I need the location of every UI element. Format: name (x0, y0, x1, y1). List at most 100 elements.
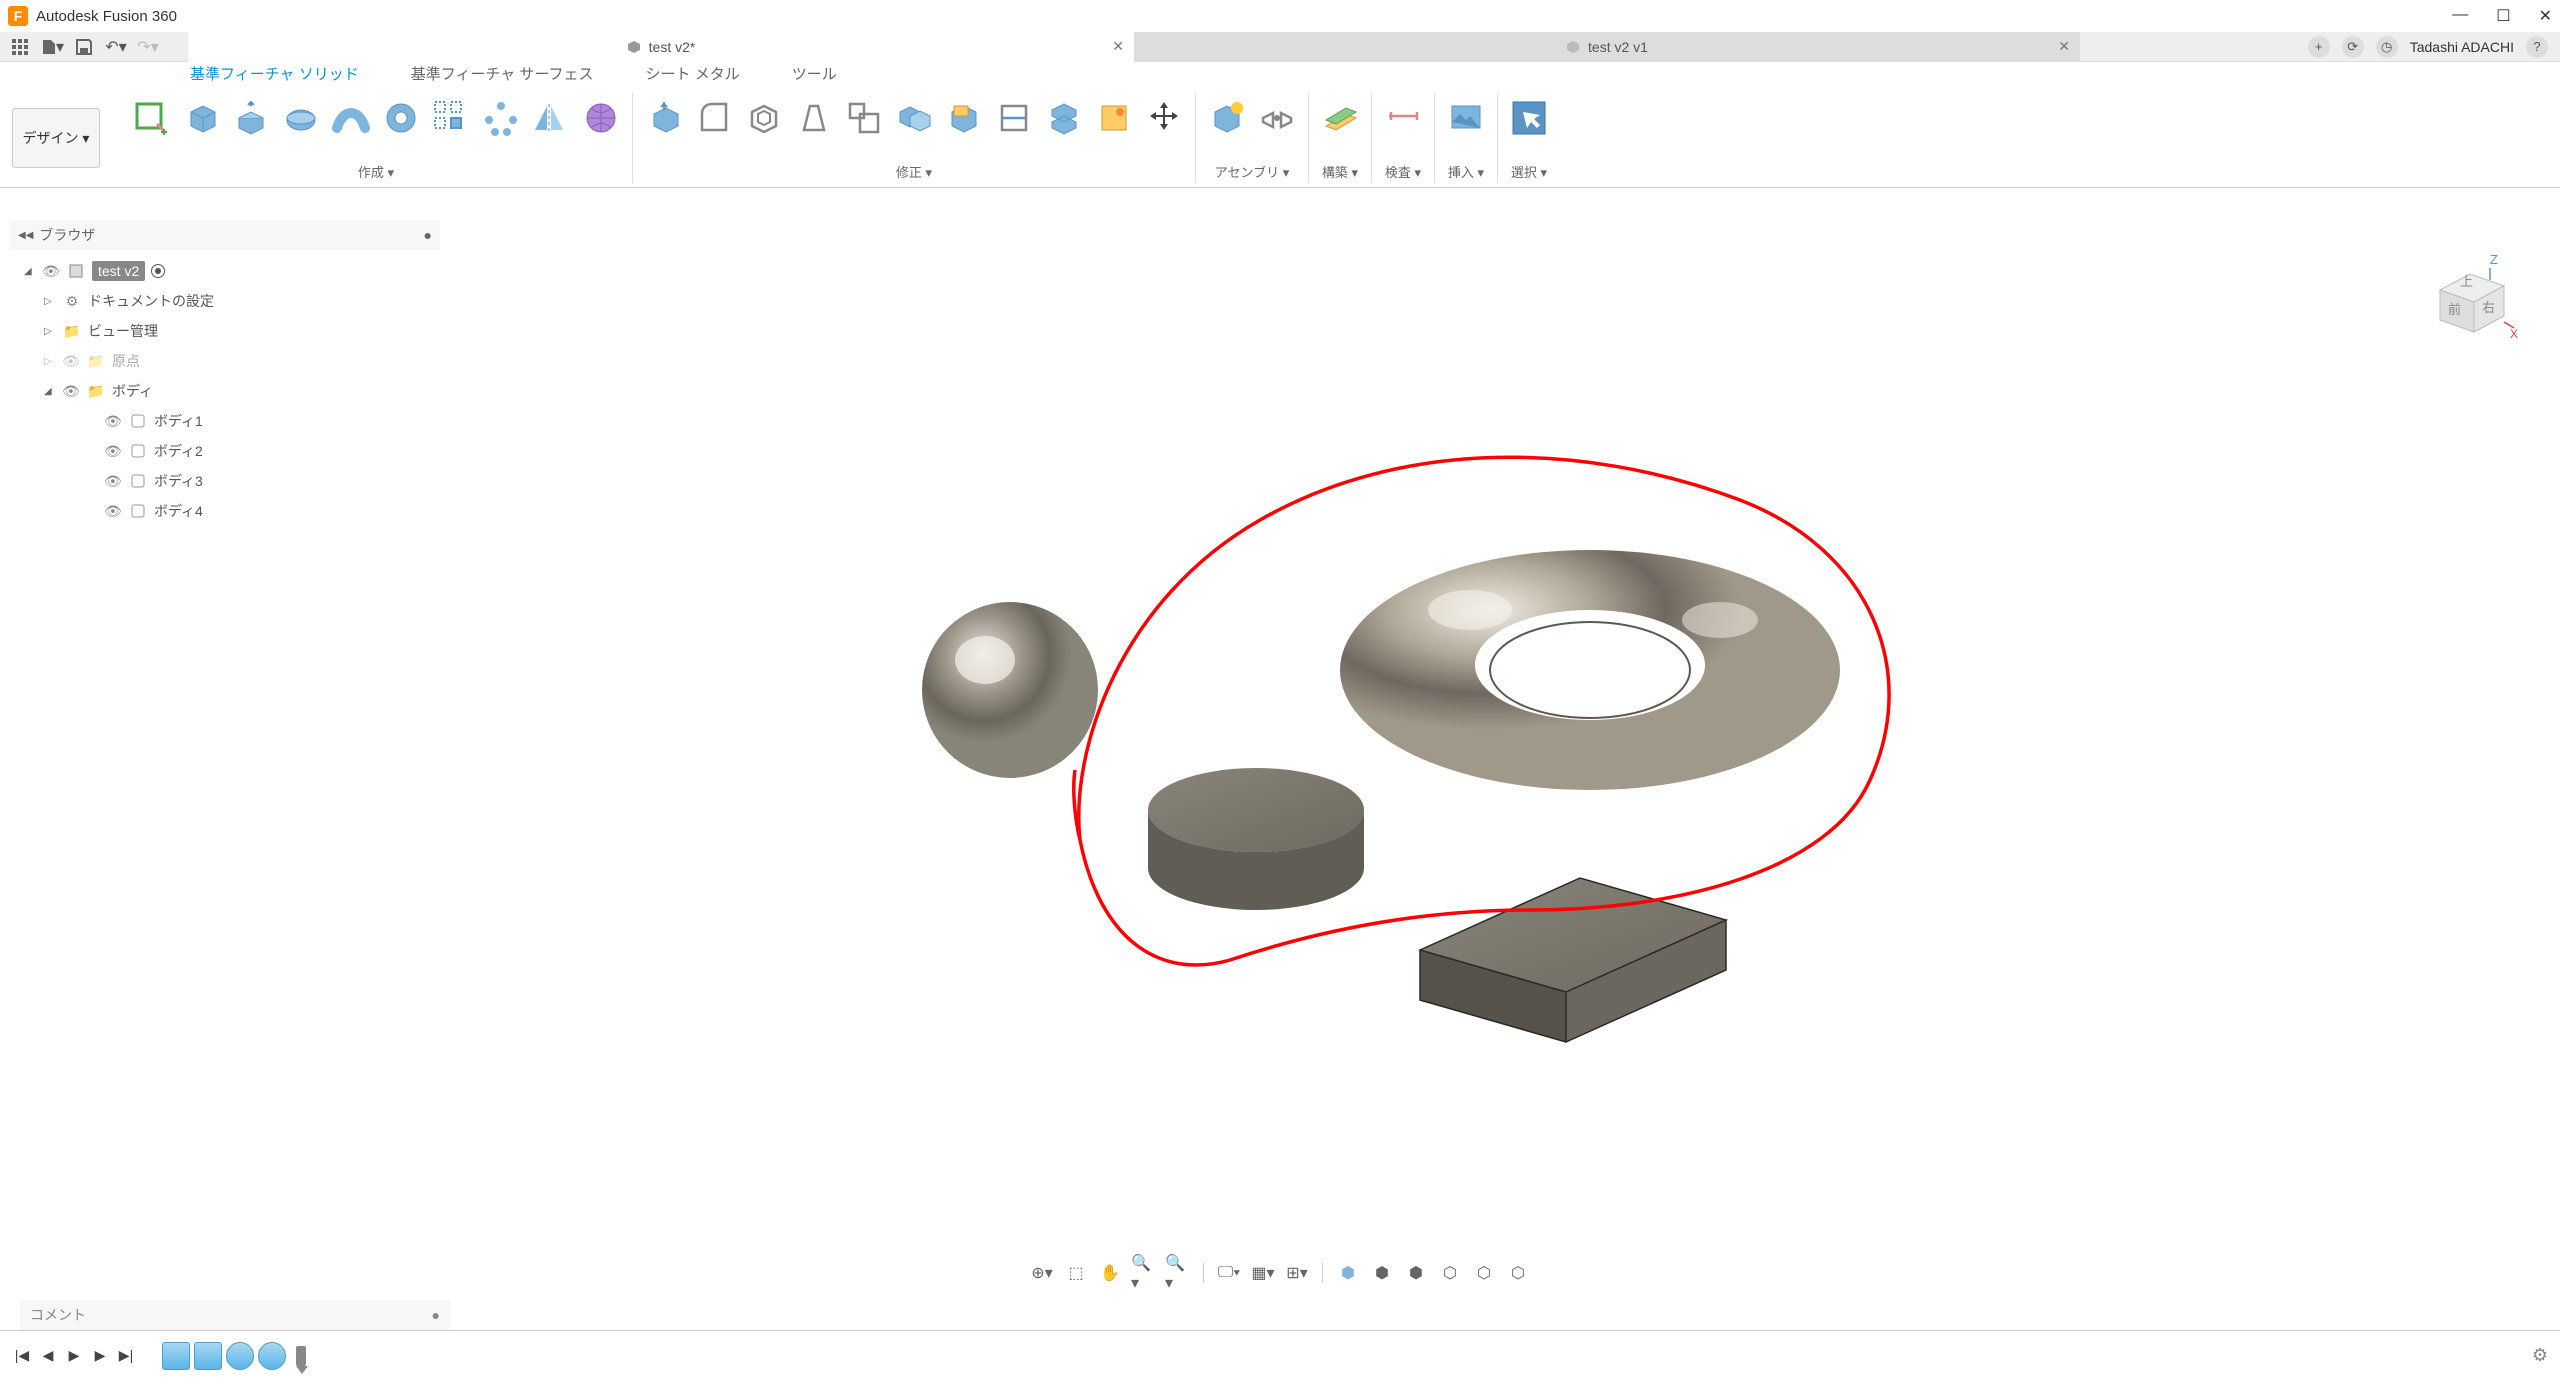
data-panel-button[interactable] (8, 35, 32, 59)
mirror-button[interactable] (530, 97, 572, 139)
scale-button[interactable] (843, 97, 885, 139)
select-button[interactable] (1508, 97, 1550, 139)
ribbon: デザイン ▾ 作成 ▾ 修正 (0, 88, 2560, 188)
quick-access-bar: ▾ ↶▾ ↷▾ test v2* ✕ test v2 v1 ✕ + ⟳ ◷ Ta… (0, 32, 2560, 62)
create-form-button[interactable] (580, 97, 622, 139)
visual-style-5[interactable]: ⬡ (1471, 1260, 1497, 1286)
panel-assemble-label[interactable]: アセンブリ ▾ (1215, 162, 1290, 183)
plane-button[interactable] (1319, 97, 1361, 139)
panel-create-label[interactable]: 作成 ▾ (358, 162, 394, 183)
titlebar-right-buttons: + ⟳ ◷ Tadashi ADACHI ? (2296, 36, 2560, 58)
new-component-button[interactable] (1206, 97, 1248, 139)
panel-create: 作成 ▾ (120, 93, 633, 183)
panel-insert-label[interactable]: 挿入 ▾ (1448, 162, 1484, 183)
timeline: |◀ ◀ ▶ ▶ ▶| ⚙ (0, 1330, 2560, 1380)
extensions-button[interactable]: ◷ (2376, 36, 2398, 58)
tab-surface[interactable]: 基準フィーチャ サーフェス (401, 63, 604, 88)
extrude-button[interactable] (230, 97, 272, 139)
panel-select-label[interactable]: 選択 ▾ (1511, 162, 1547, 183)
help-button[interactable]: ? (2526, 36, 2548, 58)
comments-panel[interactable]: コメント ● (20, 1300, 450, 1330)
circular-pattern-button[interactable] (480, 97, 522, 139)
timeline-play-button[interactable]: ▶ (64, 1346, 84, 1366)
maximize-button[interactable]: ☐ (2496, 6, 2510, 26)
svg-text:前: 前 (2448, 302, 2461, 317)
cylinder-body[interactable] (1148, 768, 1364, 910)
undo-button[interactable]: ↶▾ (104, 35, 128, 59)
close-tab-icon[interactable]: ✕ (2058, 38, 2070, 55)
joint-button[interactable] (1256, 97, 1298, 139)
rectangular-pattern-button[interactable] (430, 97, 472, 139)
shell-button[interactable] (743, 97, 785, 139)
display-settings-button[interactable]: 🖵▾ (1216, 1260, 1242, 1286)
pan-button[interactable]: ✋ (1097, 1260, 1123, 1286)
move-button[interactable] (1143, 97, 1185, 139)
panel-inspect-label[interactable]: 検査 ▾ (1385, 162, 1421, 183)
app-icon: F (8, 6, 28, 26)
timeline-marker[interactable] (296, 1346, 306, 1366)
visual-style-1[interactable]: ⬢ (1335, 1260, 1361, 1286)
visual-style-4[interactable]: ⬡ (1437, 1260, 1463, 1286)
sphere-body[interactable] (922, 602, 1098, 778)
appearance-button[interactable] (1093, 97, 1135, 139)
combine-button[interactable] (893, 97, 935, 139)
timeline-forward-button[interactable]: ▶ (90, 1346, 110, 1366)
torus-body[interactable] (1340, 550, 1840, 790)
timeline-start-button[interactable]: |◀ (12, 1346, 32, 1366)
viewport-settings-button[interactable]: ⊞▾ (1284, 1260, 1310, 1286)
orbit-button[interactable]: ⊕▾ (1029, 1260, 1055, 1286)
box-button[interactable] (180, 97, 222, 139)
box-body[interactable] (1420, 878, 1726, 1042)
grid-settings-button[interactable]: ▦▾ (1250, 1260, 1276, 1286)
visual-style-2[interactable]: ⬢ (1369, 1260, 1395, 1286)
timeline-settings-button[interactable]: ⚙ (2532, 1345, 2548, 1366)
tab-tools[interactable]: ツール (782, 63, 847, 88)
pin-icon[interactable]: ● (432, 1307, 440, 1323)
fit-button[interactable]: 🔍▾ (1165, 1260, 1191, 1286)
draft-button[interactable] (793, 97, 835, 139)
insert-button[interactable] (1445, 97, 1487, 139)
user-name[interactable]: Tadashi ADACHI (2410, 39, 2514, 55)
timeline-feature[interactable] (162, 1342, 190, 1370)
document-tab-1[interactable]: test v2* ✕ (188, 32, 1134, 62)
minimize-button[interactable]: — (2452, 6, 2468, 26)
press-pull-button[interactable] (643, 97, 685, 139)
tab-sheet-metal[interactable]: シート メタル (636, 63, 750, 88)
panel-modify-label[interactable]: 修正 ▾ (896, 162, 932, 183)
tab-solid[interactable]: 基準フィーチャ ソリッド (180, 63, 369, 88)
save-button[interactable] (72, 35, 96, 59)
workspace-switcher[interactable]: デザイン ▾ (12, 108, 100, 168)
fillet-button[interactable] (693, 97, 735, 139)
timeline-feature[interactable] (194, 1342, 222, 1370)
panel-inspect: 検査 ▾ (1372, 93, 1435, 183)
visual-style-3[interactable]: ⬢ (1403, 1260, 1429, 1286)
split-face-button[interactable] (993, 97, 1035, 139)
redo-button[interactable]: ↷▾ (136, 35, 160, 59)
split-body-button[interactable] (1043, 97, 1085, 139)
job-status-button[interactable]: ⟳ (2342, 36, 2364, 58)
document-tab-2[interactable]: test v2 v1 ✕ (1134, 32, 2080, 62)
look-at-button[interactable]: ⬚ (1063, 1260, 1089, 1286)
file-menu-button[interactable]: ▾ (40, 35, 64, 59)
visual-style-6[interactable]: ⬡ (1505, 1260, 1531, 1286)
panel-construct-label[interactable]: 構築 ▾ (1322, 162, 1358, 183)
sweep-button[interactable] (330, 97, 372, 139)
close-button[interactable]: ✕ (2539, 6, 2552, 26)
timeline-feature[interactable] (258, 1342, 286, 1370)
zoom-button[interactable]: 🔍▾ (1131, 1260, 1157, 1286)
measure-button[interactable] (1382, 97, 1424, 139)
viewport[interactable]: Z 上 前 右 X ⊕▾ ⬚ ✋ 🔍▾ 🔍▾ 🖵▾ ▦▾ ⊞▾ ⬢ ⬢ ⬢ ⬡ … (0, 190, 2560, 1300)
window-buttons: — ☐ ✕ (2452, 6, 2552, 26)
new-design-button[interactable]: + (2308, 36, 2330, 58)
new-sketch-button[interactable] (130, 97, 172, 139)
replace-face-button[interactable] (943, 97, 985, 139)
view-cube[interactable]: Z 上 前 右 X (2410, 250, 2520, 360)
title-bar: F Autodesk Fusion 360 — ☐ ✕ (0, 0, 2560, 32)
document-tab-label: test v2 v1 (1588, 39, 1648, 55)
revolve-button[interactable] (280, 97, 322, 139)
hole-button[interactable] (380, 97, 422, 139)
timeline-back-button[interactable]: ◀ (38, 1346, 58, 1366)
timeline-end-button[interactable]: ▶| (116, 1346, 136, 1366)
close-tab-icon[interactable]: ✕ (1112, 38, 1124, 55)
timeline-feature[interactable] (226, 1342, 254, 1370)
